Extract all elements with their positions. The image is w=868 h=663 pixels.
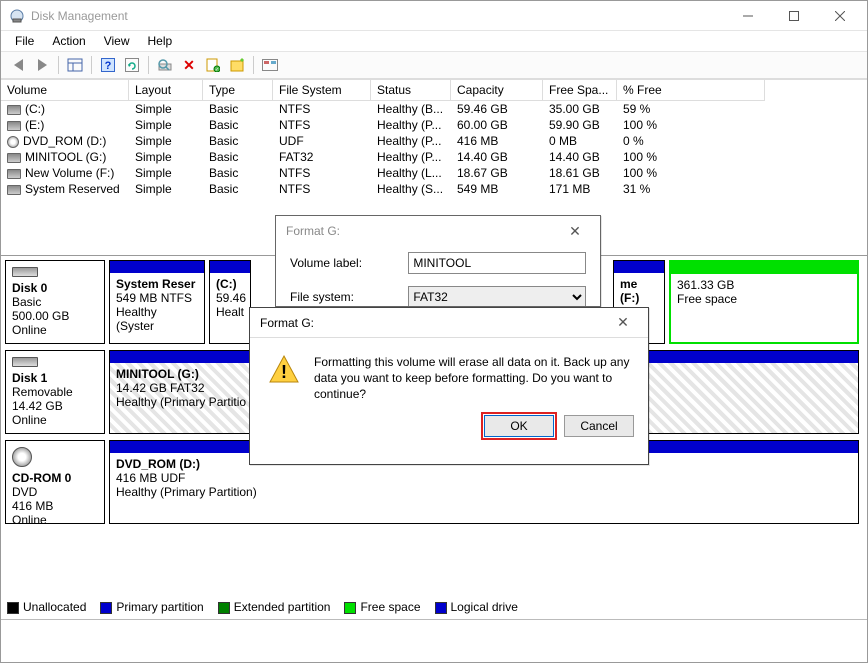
hdd-icon bbox=[12, 357, 38, 367]
separator bbox=[253, 56, 254, 74]
legend-logical: Logical drive bbox=[435, 600, 518, 614]
disk-name: Disk 1 bbox=[12, 371, 98, 385]
maximize-button[interactable] bbox=[771, 2, 817, 30]
disk-type: Basic bbox=[12, 295, 98, 309]
show-hide-button[interactable] bbox=[64, 54, 86, 76]
disk-name: Disk 0 bbox=[12, 281, 98, 295]
minimize-button[interactable] bbox=[725, 2, 771, 30]
separator bbox=[58, 56, 59, 74]
disk-state: Online bbox=[12, 413, 98, 427]
disk-size: 500.00 GB bbox=[12, 309, 98, 323]
disk-state: Online bbox=[12, 323, 98, 337]
format-dialog-title: Format G: bbox=[286, 224, 340, 238]
titlebar: Disk Management bbox=[1, 1, 867, 31]
filesystem-label: File system: bbox=[290, 290, 408, 304]
stripe-primary bbox=[110, 261, 204, 273]
disk-name: CD-ROM 0 bbox=[12, 471, 98, 485]
legend-unallocated: Unallocated bbox=[7, 600, 86, 614]
col-layout[interactable]: Layout bbox=[129, 80, 203, 101]
disk-info-0[interactable]: Disk 0 Basic 500.00 GB Online bbox=[5, 260, 105, 344]
menubar: File Action View Help bbox=[1, 31, 867, 51]
disk-info-1[interactable]: Disk 1 Removable 14.42 GB Online bbox=[5, 350, 105, 434]
col-freespace[interactable]: Free Spa... bbox=[543, 80, 617, 101]
refresh-button[interactable] bbox=[121, 54, 143, 76]
new-button[interactable] bbox=[226, 54, 248, 76]
svg-text:✓: ✓ bbox=[215, 67, 219, 72]
partition-system-reserved[interactable]: System Reser549 MB NTFSHealthy (Syster bbox=[109, 260, 205, 344]
col-filesystem[interactable]: File System bbox=[273, 80, 371, 101]
ok-button[interactable]: OK bbox=[484, 415, 554, 437]
stripe-free bbox=[671, 262, 857, 274]
disk-size: 14.42 GB bbox=[12, 399, 98, 413]
hdd-icon bbox=[7, 169, 21, 179]
volume-row[interactable]: (E:)SimpleBasicNTFSHealthy (P...60.00 GB… bbox=[1, 117, 867, 133]
volume-label-input[interactable] bbox=[408, 252, 586, 274]
toolbar: ? ✕ ✓ bbox=[1, 51, 867, 79]
hdd-icon bbox=[12, 267, 38, 277]
stripe-primary bbox=[210, 261, 250, 273]
disk-state: Online bbox=[12, 513, 98, 527]
format-dialog: Format G: ✕ Volume label: File system: F… bbox=[275, 215, 601, 307]
properties-button[interactable]: ✓ bbox=[202, 54, 224, 76]
cd-icon bbox=[7, 136, 19, 148]
help-button[interactable]: ? bbox=[97, 54, 119, 76]
menu-action[interactable]: Action bbox=[44, 32, 93, 50]
delete-button[interactable]: ✕ bbox=[178, 54, 200, 76]
col-pctfree[interactable]: % Free bbox=[617, 80, 765, 101]
legend-extended: Extended partition bbox=[218, 600, 331, 614]
disk-type: DVD bbox=[12, 485, 98, 499]
disk-info-cdrom[interactable]: CD-ROM 0 DVD 416 MB Online bbox=[5, 440, 105, 524]
disk-size: 416 MB bbox=[12, 499, 98, 513]
volume-label-label: Volume label: bbox=[290, 256, 408, 270]
col-capacity[interactable]: Capacity bbox=[451, 80, 543, 101]
close-button[interactable] bbox=[817, 2, 863, 30]
divider bbox=[1, 619, 867, 620]
cancel-button[interactable]: Cancel bbox=[564, 415, 634, 437]
separator bbox=[91, 56, 92, 74]
format-dialog-close-button[interactable]: ✕ bbox=[560, 223, 590, 240]
menu-view[interactable]: View bbox=[96, 32, 138, 50]
hdd-icon bbox=[7, 105, 21, 115]
hdd-icon bbox=[7, 153, 21, 163]
svg-text:!: ! bbox=[281, 362, 287, 382]
col-volume[interactable]: Volume bbox=[1, 80, 129, 101]
disk-type: Removable bbox=[12, 385, 98, 399]
forward-button[interactable] bbox=[31, 54, 53, 76]
back-button[interactable] bbox=[7, 54, 29, 76]
legend-free: Free space bbox=[344, 600, 420, 614]
partition-c[interactable]: (C:)59.46Healt bbox=[209, 260, 251, 344]
cd-icon bbox=[12, 447, 32, 467]
volume-row[interactable]: DVD_ROM (D:)SimpleBasicUDFHealthy (P...4… bbox=[1, 133, 867, 149]
legend: Unallocated Primary partition Extended p… bbox=[7, 600, 518, 614]
svg-text:?: ? bbox=[105, 60, 112, 72]
volume-row[interactable]: (C:)SimpleBasicNTFSHealthy (B...59.46 GB… bbox=[1, 101, 867, 117]
volume-row[interactable]: New Volume (F:)SimpleBasicNTFSHealthy (L… bbox=[1, 165, 867, 181]
volume-list-header: Volume Layout Type File System Status Ca… bbox=[1, 79, 867, 101]
separator bbox=[148, 56, 149, 74]
partition-free-space[interactable]: 361.33 GBFree space bbox=[669, 260, 859, 344]
confirm-dialog: Format G: ✕ ! Formatting this volume wil… bbox=[249, 307, 649, 465]
window-title: Disk Management bbox=[31, 9, 725, 23]
volume-list: Volume Layout Type File System Status Ca… bbox=[1, 79, 867, 197]
app-icon bbox=[9, 8, 25, 24]
filesystem-select[interactable]: FAT32 bbox=[408, 286, 586, 307]
confirm-dialog-close-button[interactable]: ✕ bbox=[608, 314, 638, 331]
stripe-primary bbox=[614, 261, 664, 273]
confirm-message: Formatting this volume will erase all da… bbox=[314, 354, 634, 403]
volume-row[interactable]: MINITOOL (G:)SimpleBasicFAT32Healthy (P.… bbox=[1, 149, 867, 165]
hdd-icon bbox=[7, 121, 21, 131]
confirm-dialog-title: Format G: bbox=[260, 316, 314, 330]
settings-button[interactable] bbox=[259, 54, 281, 76]
legend-primary: Primary partition bbox=[100, 600, 203, 614]
menu-file[interactable]: File bbox=[7, 32, 42, 50]
warning-icon: ! bbox=[268, 354, 300, 386]
rescan-button[interactable] bbox=[154, 54, 176, 76]
menu-help[interactable]: Help bbox=[140, 32, 181, 50]
volume-row[interactable]: System ReservedSimpleBasicNTFSHealthy (S… bbox=[1, 181, 867, 197]
col-type[interactable]: Type bbox=[203, 80, 273, 101]
hdd-icon bbox=[7, 185, 21, 195]
col-status[interactable]: Status bbox=[371, 80, 451, 101]
